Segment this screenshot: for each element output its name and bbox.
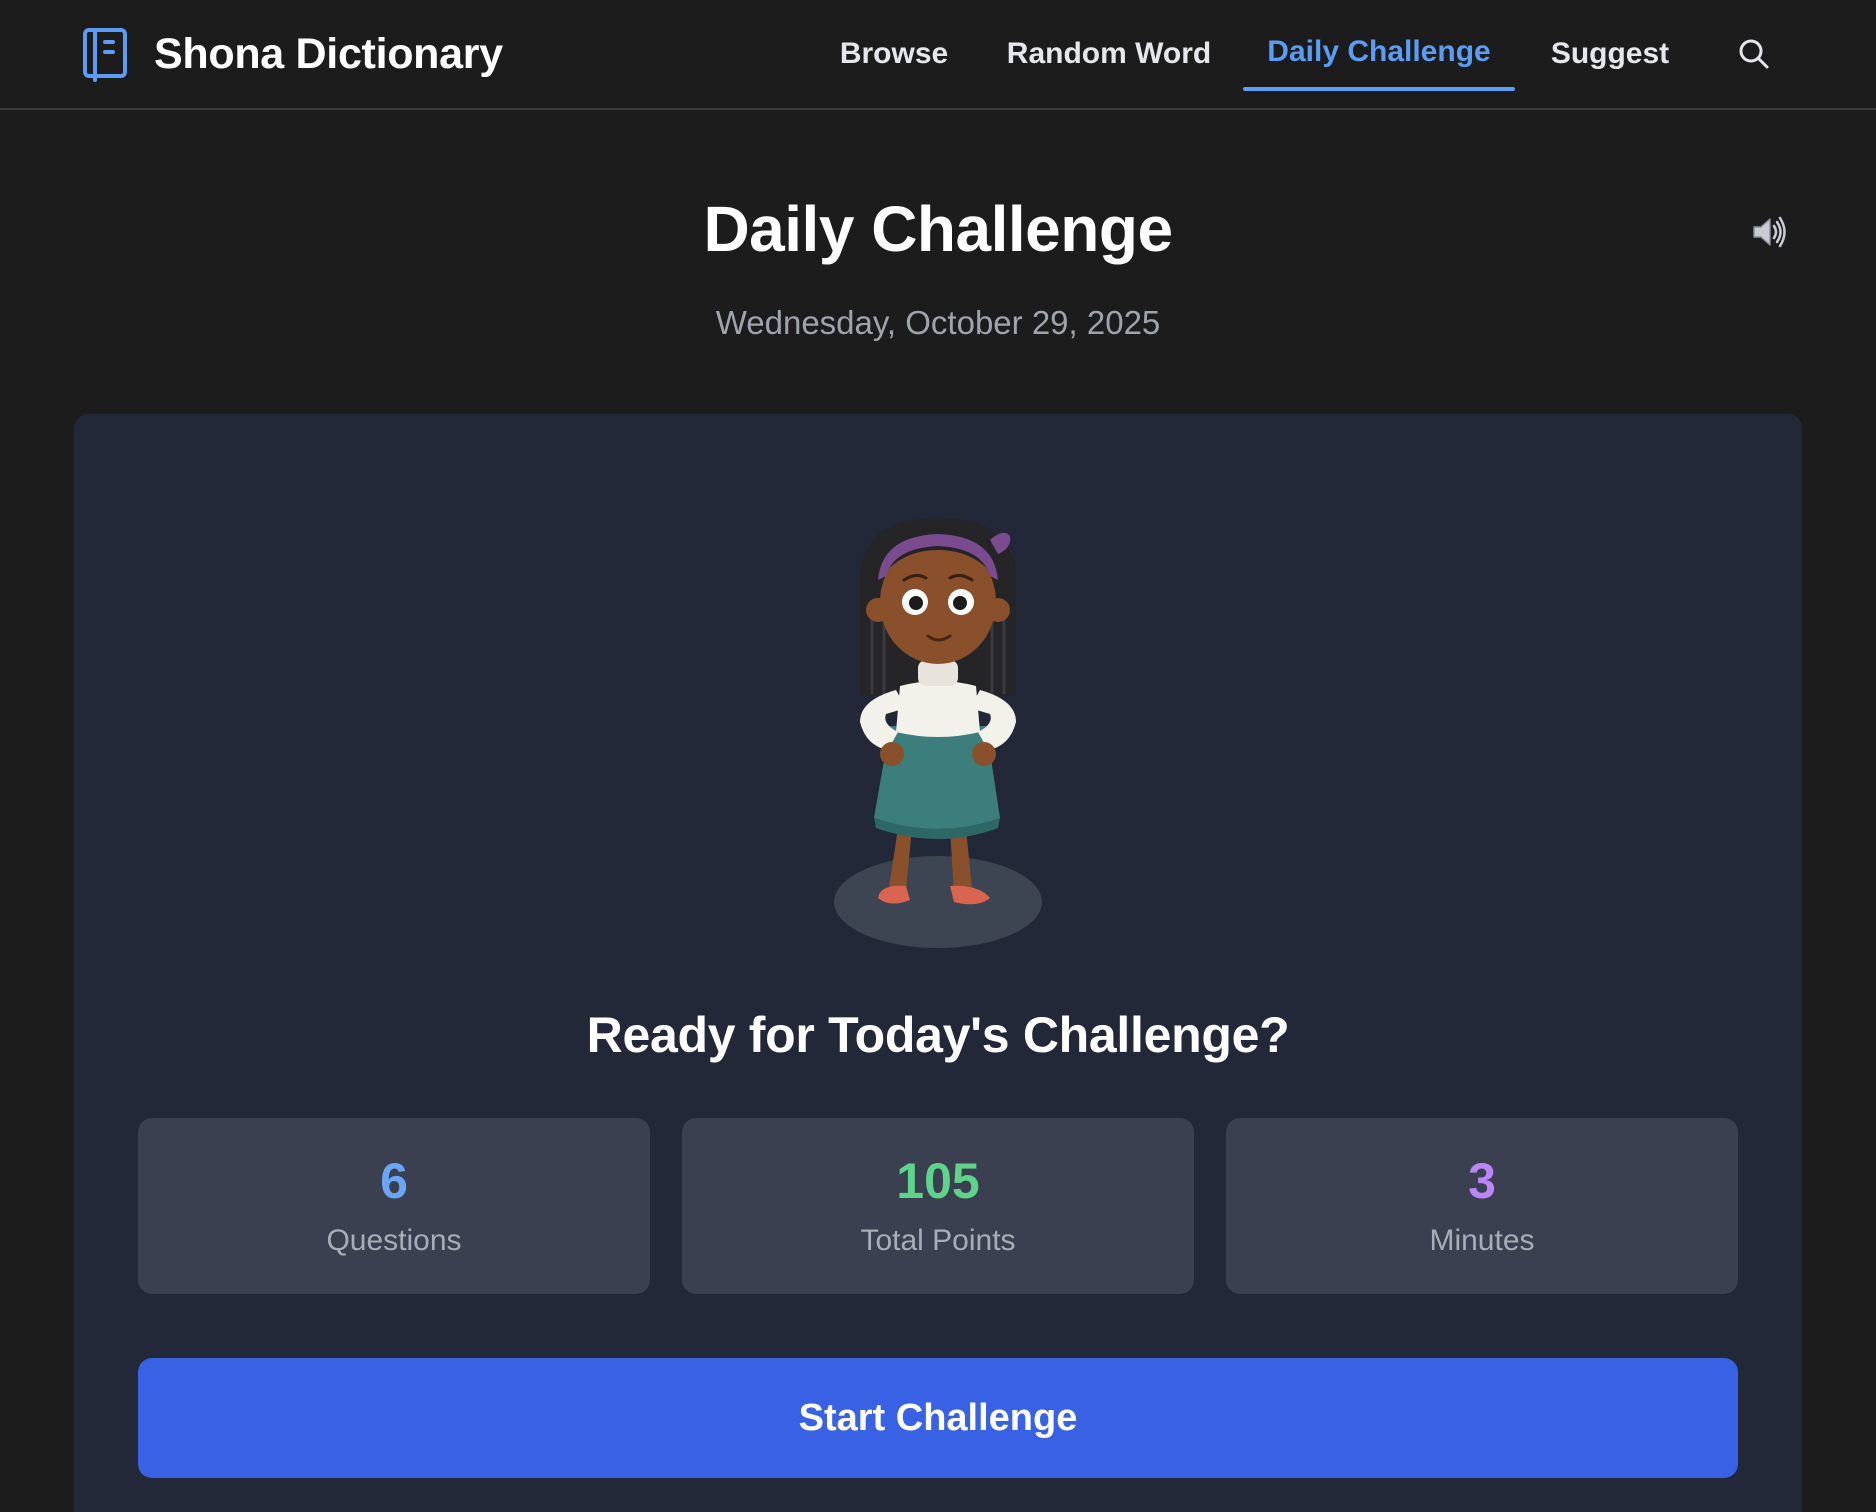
- page-title: Daily Challenge: [703, 193, 1173, 265]
- stat-minutes-value: 3: [1468, 1153, 1496, 1209]
- nav-daily-challenge[interactable]: Daily Challenge: [1243, 0, 1515, 110]
- stat-points-value: 105: [896, 1153, 980, 1209]
- ready-heading: Ready for Today's Challenge?: [586, 1007, 1290, 1063]
- start-challenge-button[interactable]: Start Challenge: [138, 1358, 1738, 1478]
- stat-questions-label: Questions: [326, 1224, 462, 1257]
- speaker-icon[interactable]: [1748, 212, 1788, 252]
- top-navbar: Shona Dictionary Browse Random Word Dail…: [0, 0, 1876, 110]
- stat-questions: 6 Questions: [138, 1118, 650, 1294]
- stat-minutes-label: Minutes: [1429, 1224, 1535, 1257]
- active-tab-indicator: [1243, 87, 1515, 91]
- challenge-date: Wednesday, October 29, 2025: [715, 304, 1161, 341]
- stat-minutes: 3 Minutes: [1226, 1118, 1738, 1294]
- book-icon: [83, 28, 127, 82]
- brand-title: Shona Dictionary: [154, 29, 503, 78]
- stat-total-points: 105 Total Points: [682, 1118, 1194, 1294]
- search-icon[interactable]: [1736, 36, 1772, 72]
- brand[interactable]: Shona Dictionary: [82, 26, 503, 82]
- nav-browse[interactable]: Browse: [834, 0, 954, 110]
- nav-suggest[interactable]: Suggest: [1548, 0, 1672, 110]
- stat-questions-value: 6: [380, 1153, 408, 1209]
- mascot-illustration: [834, 518, 1042, 948]
- nav-random-word[interactable]: Random Word: [1004, 0, 1214, 110]
- stat-points-label: Total Points: [860, 1224, 1016, 1257]
